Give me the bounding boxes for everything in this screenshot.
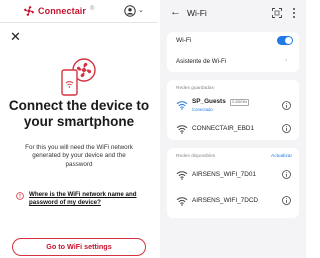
connection-status: Conectado	[192, 107, 213, 112]
more-options-icon[interactable]	[292, 7, 296, 19]
wifi-main-card: Wi-Fi Asistente de Wi-Fi ›	[167, 32, 299, 72]
wifi-label: Wi-Fi	[176, 37, 192, 44]
app-header: Connectair ® ⌄	[0, 0, 158, 23]
saved-section-title: Redes guardadas	[176, 86, 214, 91]
info-icon[interactable]	[282, 101, 291, 110]
available-networks-card: Redes disponibles Actualizar AIRSENS_WIF…	[167, 148, 299, 218]
page-title: Connect the device to your smartphone	[8, 98, 150, 129]
info-circle-icon	[16, 192, 24, 200]
wifi-signal-icon	[176, 171, 188, 180]
available-section-title: Redes disponibles	[176, 154, 216, 159]
wifi-assistant-row[interactable]: Asistente de Wi-Fi ›	[167, 54, 299, 72]
wifi-signal-icon	[176, 125, 188, 134]
info-icon[interactable]	[282, 196, 291, 205]
available-network-item[interactable]: AIRSENS_WIFI_7D01	[167, 166, 299, 184]
network-ssid: AIRSENS_WIFI_7D01	[192, 171, 256, 178]
refresh-button[interactable]: Actualizar	[271, 154, 292, 159]
connectair-app-screen: Connectair ® ⌄ ✕ Connect the device to y…	[0, 0, 158, 258]
wifi-assistant-label: Asistente de Wi-Fi	[176, 58, 227, 65]
wifi-header: ← Wi-Fi	[160, 0, 306, 28]
wifi-toggle-switch[interactable]	[277, 36, 293, 45]
fan-logo-icon	[24, 6, 34, 16]
brand-mark: ®	[90, 6, 95, 12]
page-title: Wi-Fi	[187, 8, 207, 18]
help-link-row[interactable]: Where is the WiFi network name and passw…	[16, 191, 154, 213]
network-ssid: SP_Guests	[192, 98, 226, 105]
network-ssid: CONNECTAIR_EBD1	[192, 125, 255, 132]
phone-fan-icon	[61, 58, 96, 96]
wifi-signal-icon	[176, 101, 188, 110]
available-network-item[interactable]: AIRSENS_WIFI_7DCD	[167, 192, 299, 210]
wifi-signal-icon	[176, 197, 188, 206]
info-icon[interactable]	[282, 124, 291, 133]
brand-name: Connectair	[38, 6, 87, 16]
wifi-toggle-row[interactable]: Wi-Fi	[167, 32, 299, 50]
toggle-knob	[285, 37, 292, 44]
instructions-text: For this you will need the WiFi network …	[25, 144, 133, 168]
info-icon[interactable]	[282, 170, 291, 179]
saved-network-item[interactable]: CONNECTAIR_EBD1	[167, 120, 299, 138]
go-to-wifi-settings-button[interactable]: Go to WiFi settings	[12, 238, 146, 256]
band-badge: 2.4/5GHz	[230, 99, 250, 106]
chevron-down-icon[interactable]: ⌄	[138, 6, 144, 14]
back-arrow-icon[interactable]: ←	[170, 6, 181, 18]
close-icon[interactable]: ✕	[10, 30, 21, 43]
network-ssid: AIRSENS_WIFI_7DCD	[192, 197, 259, 204]
chevron-right-icon: ›	[285, 57, 288, 64]
account-icon[interactable]	[124, 5, 136, 17]
saved-networks-card: Redes guardadas SP_Guests 2.4/5GHz Conec…	[167, 80, 299, 140]
qr-scan-icon[interactable]	[272, 8, 282, 18]
saved-network-item[interactable]: SP_Guests 2.4/5GHz Conectado	[167, 96, 299, 116]
android-wifi-settings-screen: ← Wi-Fi Wi-Fi Asistente de Wi-Fi › Redes…	[160, 0, 306, 258]
wifi-help-link[interactable]: Where is the WiFi network name and passw…	[29, 191, 153, 207]
